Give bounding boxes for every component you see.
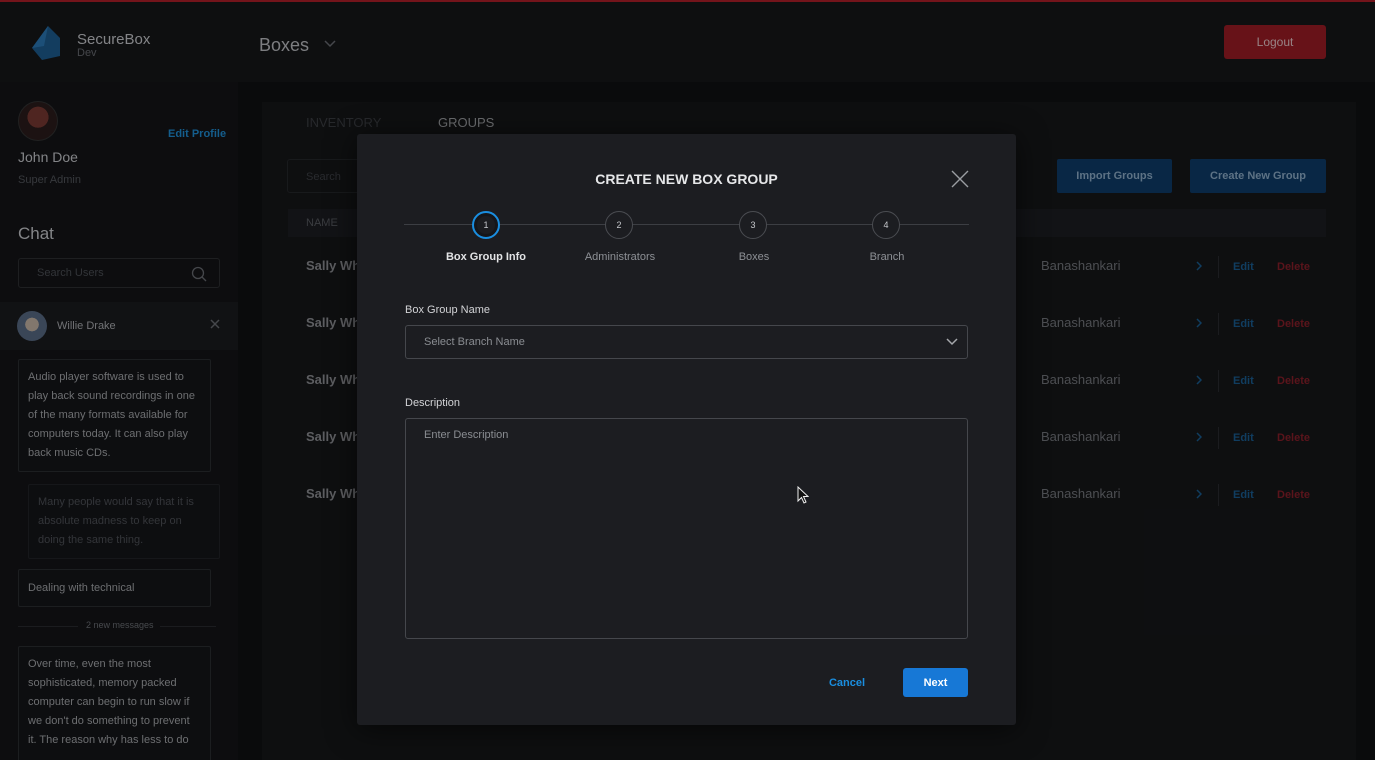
box-group-name-label: Box Group Name: [405, 304, 490, 316]
step-4-indicator[interactable]: 4: [872, 211, 900, 239]
description-label: Description: [405, 397, 461, 409]
select-placeholder: Select Branch Name: [424, 336, 525, 348]
cancel-button[interactable]: Cancel: [817, 674, 877, 692]
step-3-indicator[interactable]: 3: [739, 211, 767, 239]
box-group-name-select[interactable]: Select Branch Name: [405, 325, 968, 359]
step-1-label: Box Group Info: [445, 251, 527, 263]
create-box-group-modal: CREATE NEW BOX GROUP 1 Box Group Info 2 …: [357, 134, 1016, 725]
step-2-label: Administrators: [584, 251, 656, 263]
step-4-label: Branch: [869, 251, 905, 263]
modal-title: CREATE NEW BOX GROUP: [595, 171, 778, 187]
chevron-down-icon: [946, 338, 958, 346]
step-1-indicator[interactable]: 1: [472, 211, 500, 239]
close-icon[interactable]: [951, 170, 969, 188]
step-2-indicator[interactable]: 2: [605, 211, 633, 239]
step-3-label: Boxes: [738, 251, 770, 263]
description-field[interactable]: [405, 418, 968, 639]
mouse-cursor-icon: [797, 486, 809, 504]
next-button[interactable]: Next: [903, 668, 968, 697]
